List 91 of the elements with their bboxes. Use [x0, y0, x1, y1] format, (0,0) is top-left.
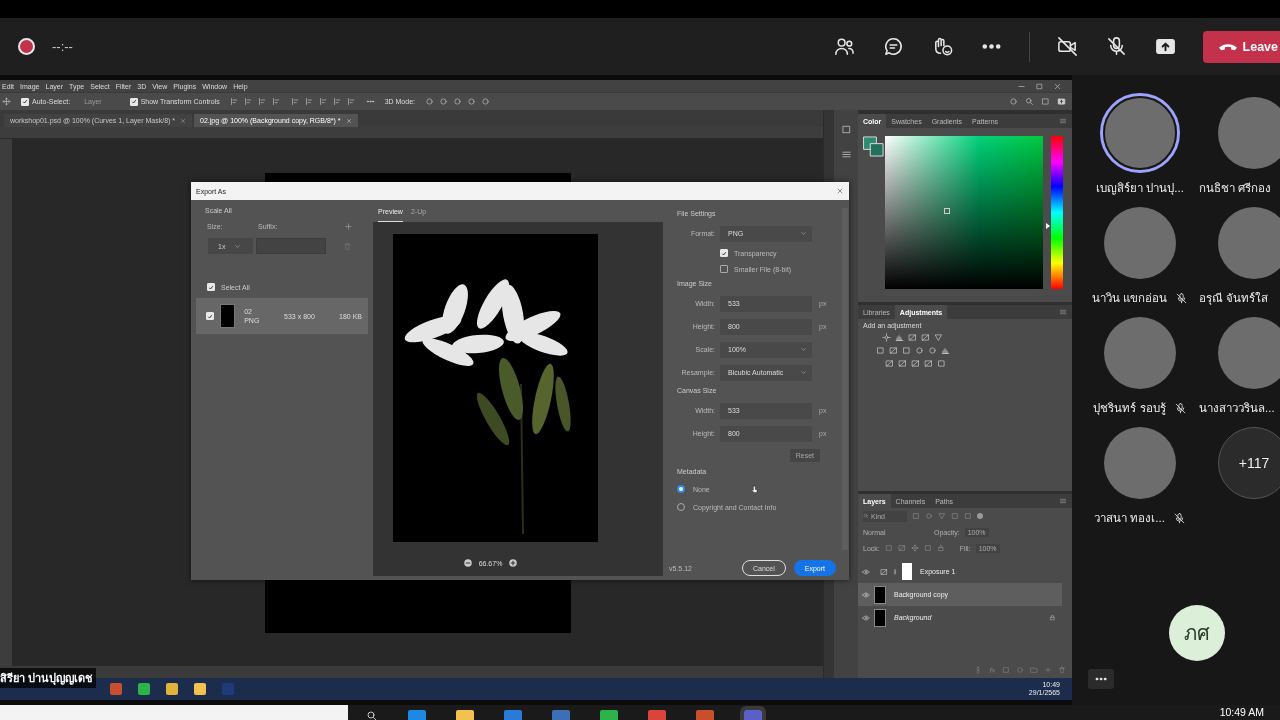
app-icon[interactable] [166, 683, 178, 695]
move-tool-icon[interactable] [2, 97, 11, 106]
adjustment-icon [880, 567, 888, 576]
participant-name: นางสาววรินล... [1199, 401, 1275, 416]
adjustment-icon[interactable] [876, 346, 885, 355]
distribute-icon[interactable] [346, 97, 356, 106]
hue-marker[interactable] [1046, 223, 1050, 230]
participant-name: เบญสิร์ยา ปานปุ... [1096, 181, 1184, 197]
participant-name: วาสนา ทองเ... [1094, 511, 1165, 526]
presenter-name: สิรียา ปานปุญญเดช [0, 668, 97, 688]
adjustment-icon[interactable] [889, 346, 898, 355]
adjustment-icon[interactable] [908, 333, 917, 342]
adjustment-icon[interactable] [924, 359, 933, 368]
layer-thumbnail [874, 608, 886, 627]
app-icon[interactable] [110, 683, 122, 695]
app-icon[interactable] [138, 683, 150, 695]
mask-thumbnail [902, 563, 912, 580]
zoom-out-icon[interactable] [462, 558, 473, 568]
lock-option-icon[interactable] [910, 544, 919, 552]
lock-option-icon[interactable] [936, 544, 945, 552]
layer-action-icon[interactable] [988, 666, 996, 674]
workspace-icon[interactable] [1041, 97, 1050, 106]
link-icon [892, 567, 898, 576]
record-icon [18, 38, 35, 55]
align-icon[interactable] [229, 97, 239, 106]
color-field[interactable] [885, 136, 1043, 289]
search-icon[interactable] [366, 710, 378, 720]
caret-icon [234, 242, 242, 250]
app-icon[interactable] [194, 683, 206, 695]
lock-option-icon[interactable] [923, 544, 932, 552]
picker-marker[interactable] [944, 208, 950, 214]
file-thumbnail [220, 304, 236, 328]
clock-time: 10:49 AM [1219, 705, 1265, 718]
share-icon[interactable] [1057, 97, 1066, 106]
distribute-icon[interactable] [290, 97, 300, 106]
eye-icon[interactable] [862, 613, 870, 622]
adjustment-icon[interactable] [941, 346, 950, 355]
participant-name: ปุชรินทร์ รอบรู้ [1093, 401, 1166, 417]
close-icon[interactable] [180, 117, 187, 124]
avatar: ภศ [1169, 605, 1225, 661]
user-icon[interactable] [1009, 97, 1018, 106]
maximize-icon[interactable] [1035, 81, 1044, 91]
radio-button[interactable] [677, 485, 685, 493]
adjustment-icon[interactable] [895, 333, 904, 342]
caret-icon [800, 230, 807, 237]
checkbox[interactable] [720, 265, 728, 273]
zoom-in-icon[interactable] [508, 558, 519, 568]
close-icon[interactable] [1053, 81, 1062, 91]
participant-name: กนธิชา ศรีกอง [1199, 181, 1272, 196]
adjustment-icon[interactable] [898, 359, 907, 368]
search-field[interactable] [0, 705, 348, 720]
panel-menu-icon[interactable] [1059, 497, 1067, 505]
search-icon [863, 513, 869, 519]
align-icon[interactable] [257, 97, 267, 106]
adjustment-icon[interactable] [911, 359, 920, 368]
scrollbar[interactable] [842, 208, 848, 550]
more-participants[interactable]: +117 [1218, 427, 1280, 499]
layer-thumbnail [874, 585, 886, 604]
adjustment-icon[interactable] [921, 333, 930, 342]
add-icon[interactable] [344, 222, 353, 231]
distribute-icon[interactable] [318, 97, 328, 106]
panel-menu-icon[interactable] [1059, 308, 1067, 316]
caret-icon [800, 369, 807, 376]
participant-name: นาวิน แขกอ่อน [1091, 291, 1168, 306]
participant-name: อรุณี จันทร์ใส [1199, 291, 1269, 307]
phone-icon [1218, 42, 1237, 51]
align-icon[interactable] [243, 97, 253, 106]
eye-icon[interactable] [862, 590, 870, 599]
color-swatches-icon[interactable] [863, 136, 884, 157]
filter-toggle[interactable] [977, 513, 983, 519]
adjustment-icon[interactable] [885, 359, 894, 368]
layer-action-icon[interactable] [1058, 666, 1066, 674]
adjustment-icon[interactable] [882, 333, 891, 342]
leave-button[interactable]: Leave [1202, 30, 1280, 63]
lock-option-icon[interactable] [884, 544, 893, 552]
distribute-icon[interactable] [332, 97, 342, 106]
more-icon[interactable] [1088, 669, 1114, 689]
align-icon[interactable] [271, 97, 281, 106]
panel-icon[interactable] [840, 149, 852, 160]
panel-menu-icon[interactable] [1059, 117, 1067, 125]
close-icon[interactable] [836, 187, 844, 195]
camera-off-icon[interactable] [1055, 35, 1079, 58]
eye-icon[interactable] [862, 567, 870, 576]
panel-icon[interactable] [840, 124, 852, 135]
lock-option-icon[interactable] [897, 544, 906, 552]
pointer-icon [749, 484, 759, 494]
caret-icon [800, 346, 807, 353]
meeting-timer: --:-- [52, 39, 73, 54]
layer-action-icon[interactable] [974, 666, 982, 674]
distribute-icon[interactable] [304, 97, 314, 106]
lock-icon [1049, 614, 1056, 621]
